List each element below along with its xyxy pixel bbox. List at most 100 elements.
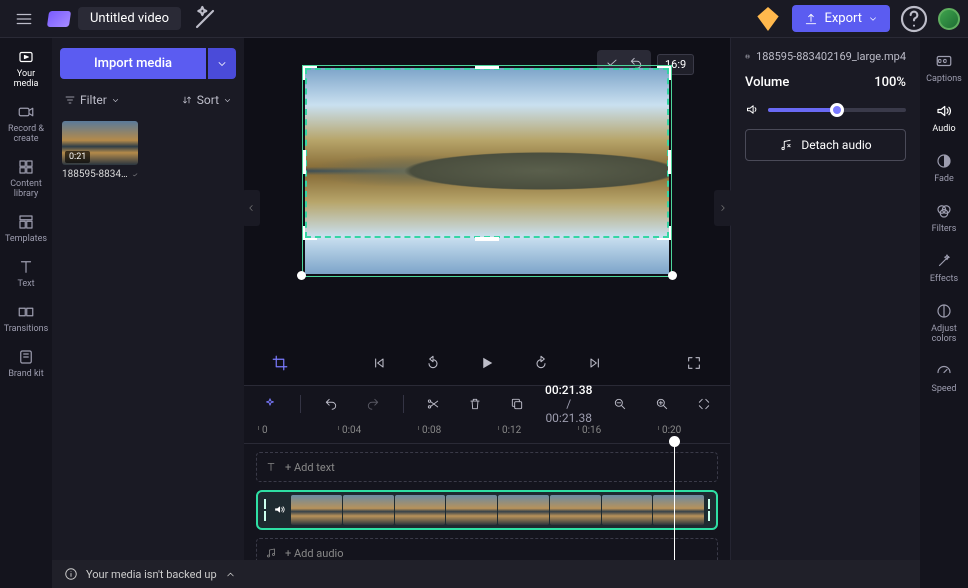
clip-handle-left[interactable] [262,499,268,521]
speaker-icon[interactable] [745,102,760,117]
media-thumbnail[interactable]: 0:21 188595-8834… [62,121,138,180]
clip-filename: 188595-883402169_large.mp4 [756,50,906,63]
rail-fade[interactable]: Fade [921,144,967,194]
right-rail: Captions Audio Fade Filters Effects Adju… [920,38,968,588]
help-icon[interactable] [898,3,930,35]
zoom-in-icon[interactable] [648,388,676,420]
zoom-out-icon[interactable] [606,388,634,420]
rail-record[interactable]: Record & create [2,97,50,152]
panel-collapse-right[interactable] [714,190,732,226]
redo-button[interactable] [359,388,387,420]
timecode: 00:21.38 / 00:21.38 [545,383,592,425]
rail-content-library[interactable]: Content library [2,152,50,207]
play-button[interactable] [471,347,503,379]
detach-audio-button[interactable]: Detach audio [745,129,906,161]
playback-controls [244,341,730,385]
clip-handle-right[interactable] [706,499,712,521]
undo-button[interactable] [317,388,345,420]
resize-handle-tr[interactable] [657,66,671,80]
text-icon [265,461,277,473]
thumbnail-image: 0:21 [62,121,138,165]
export-button[interactable]: Export [792,5,890,32]
detach-icon [779,138,793,152]
split-icon[interactable] [419,388,447,420]
music-icon [265,547,277,559]
crop-dot-right[interactable] [668,271,677,280]
filter-button[interactable]: Filter [64,93,120,107]
resize-handle-top[interactable] [475,65,499,69]
rail-adjust-colors[interactable]: Adjust colors [921,294,967,354]
resize-handle-right[interactable] [668,150,672,174]
text-track[interactable]: + Add text [256,452,718,482]
rail-brand-kit[interactable]: Brand kit [2,342,50,387]
slider-thumb[interactable] [830,103,844,117]
properties-panel: 188595-883402169_large.mp4 Volume 100% D… [730,38,920,588]
chevron-up-icon[interactable] [225,569,236,580]
video-file-icon [745,54,750,59]
resize-handle-tl[interactable] [303,66,317,80]
top-bar: Untitled video Export [0,0,968,38]
preview-area: 16:9 [244,38,730,341]
rail-effects[interactable]: Effects [921,244,967,294]
rail-speed[interactable]: Speed [921,354,967,404]
media-panel: Import media Filter Sort 0:21 [52,38,244,588]
info-icon [64,567,78,581]
skip-start-icon[interactable] [363,347,395,379]
selection-outline [305,68,669,238]
center-area: 16:9 [244,38,730,588]
volume-label: Volume [745,75,789,90]
volume-value: 100% [874,75,906,90]
duration-badge: 0:21 [65,151,90,163]
crop-dot-left[interactable] [297,271,306,280]
delete-icon[interactable] [461,388,489,420]
chevron-down-icon [223,96,232,105]
menu-button[interactable] [8,3,40,35]
export-label: Export [824,11,862,26]
premium-icon[interactable] [752,3,784,35]
sparkle-icon[interactable] [256,388,284,420]
panel-collapse-left[interactable] [242,190,260,226]
crop-tool-icon[interactable] [264,347,296,379]
left-rail: Your media Record & create Content libra… [0,38,52,588]
fit-icon[interactable] [690,388,718,420]
rail-captions[interactable]: Captions [921,44,967,94]
skip-end-icon[interactable] [579,347,611,379]
thumbnail-name: 188595-8834… [62,169,128,180]
import-dropdown[interactable] [208,48,236,79]
rail-transitions[interactable]: Transitions [2,297,50,342]
app-logo [47,11,71,27]
footer-message: Your media isn't backed up [86,568,217,581]
fullscreen-icon[interactable] [678,347,710,379]
project-title[interactable]: Untitled video [78,7,181,30]
chevron-down-icon [111,96,120,105]
check-icon [132,170,138,180]
preview-canvas [305,68,669,274]
rewind-icon[interactable] [417,347,449,379]
rail-templates[interactable]: Templates [2,207,50,252]
rail-audio[interactable]: Audio [921,94,967,144]
resize-handle-left[interactable] [302,150,306,174]
duplicate-icon[interactable] [503,388,531,420]
clip-audio-icon [273,501,286,520]
rail-filters[interactable]: Filters [921,194,967,244]
timeline-toolbar: 00:21.38 / 00:21.38 [244,386,730,422]
import-media-button[interactable]: Import media [60,48,206,79]
rail-your-media[interactable]: Your media [2,42,50,97]
sort-button[interactable]: Sort [181,93,232,107]
resize-handle-bottom[interactable] [475,237,499,241]
footer-bar: Your media isn't backed up [52,560,920,588]
sort-icon [181,94,193,106]
video-track[interactable] [256,490,718,530]
rail-text[interactable]: Text [2,252,50,297]
timeline-ruler[interactable]: 0 0:04 0:08 0:12 0:16 0:20 [244,422,730,444]
canvas-wrapper[interactable] [305,68,669,274]
magic-icon[interactable] [189,3,221,35]
resize-handle-bl[interactable] [303,226,317,240]
user-avatar[interactable] [938,8,960,30]
volume-slider[interactable] [768,108,906,112]
timeline-section: 00:21.38 / 00:21.38 0 0:04 0:08 0:12 0:1… [244,385,730,588]
resize-handle-br[interactable] [657,226,671,240]
filter-icon [64,94,76,106]
clip-thumbnails [291,495,704,525]
forward-icon[interactable] [525,347,557,379]
